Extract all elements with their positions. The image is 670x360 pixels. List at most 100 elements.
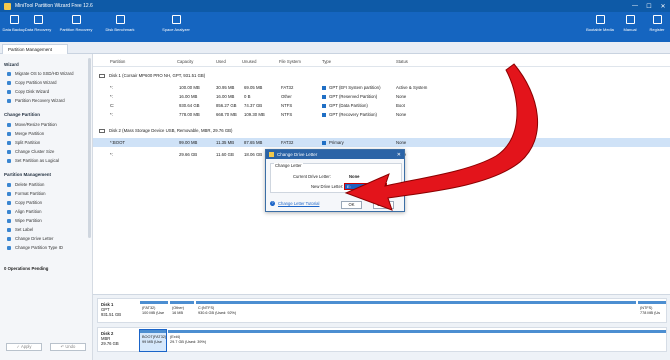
disk2-header[interactable]: Disk 2 (Mass Storage Device USB, Removab… [93,126,670,135]
space-analyzer-button[interactable]: Space Analyzer [156,15,196,32]
disk-map: Disk 1 GPT 931.51 GB (FAT32) 100 MB (Use … [93,294,670,360]
col-file-system[interactable]: File System [279,59,301,64]
current-letter-label: Current Drive Letter: [293,174,331,179]
logical-icon [7,158,11,163]
maximize-button[interactable]: ☐ [642,3,656,10]
sidebar-item-align[interactable]: Align Partition [7,209,42,214]
sidebar-item-copy[interactable]: Copy Partition [7,200,42,205]
toolbar: Data Backup Data Recovery Partition Reco… [0,12,670,42]
data-recovery-button[interactable]: Data Recovery [18,15,58,32]
col-partition[interactable]: Partition [110,59,125,64]
cancel-button[interactable]: Cancel [373,201,394,209]
disk-map-segment[interactable]: (FAT32) 100 MB (Use [140,301,168,322]
recovery-icon [7,98,11,103]
sidebar-item-change-type-id[interactable]: Change Partition Type ID [7,245,63,250]
disk-icon [99,73,105,78]
space-analyzer-icon [171,15,181,24]
register-icon [652,15,662,24]
sidebar-item-set-label[interactable]: Set Label [7,227,33,232]
partition-type-icon [322,103,326,108]
window-title: MiniTool Partition Wizard Free 12.6 [15,3,93,9]
col-used[interactable]: Used [216,59,226,64]
app-logo-icon [4,2,11,10]
group-legend: Change Letter [274,163,303,168]
sidebar-item-change-drive-letter[interactable]: Change Drive Letter [7,236,53,241]
cluster-icon [7,149,11,154]
sidebar-item-move-resize[interactable]: Move/Resize Partition [7,122,57,127]
col-capacity[interactable]: Capacity [177,59,193,64]
table-row-selected[interactable]: *:BOOT 99.00 MB 11.35 MB 87.65 MB FAT32 … [93,138,670,147]
disk2-map-label: Disk 2 MBR 29.76 GB [101,331,119,346]
table-row[interactable]: *: 100.00 MB 30.95 MB 69.05 MB FAT32 GPT… [93,83,670,92]
title-bar: MiniTool Partition Wizard Free 12.6 — ☐ … [0,0,670,12]
tab-partition-management[interactable]: Partition Management [2,44,68,54]
disk-map-segment[interactable]: (NTFS) 778 MB (Us [638,301,666,322]
sidebar-item-format[interactable]: Format Partition [7,191,46,196]
disk-benchmark-icon [115,15,125,24]
sidebar-item-merge[interactable]: Merge Partition [7,131,44,136]
new-drive-letter-select[interactable]: E: ▾ [344,183,387,190]
chevron-down-icon[interactable]: ▾ [380,184,385,189]
change-drive-letter-dialog: Change Drive Letter ✕ Change Letter Curr… [265,149,405,212]
dialog-title-bar[interactable]: Change Drive Letter ✕ [266,150,404,159]
col-status[interactable]: Status [396,59,408,64]
ok-button[interactable]: OK [341,201,362,209]
drive-letter-icon [7,236,11,241]
dialog-close-icon[interactable]: ✕ [397,152,401,158]
table-row[interactable]: C: 930.64 GB 856.27 GB 74.37 GB NTFS GPT… [93,101,670,110]
table-row[interactable]: *: 16.00 MB 16.00 MB 0 B Other GPT (Rese… [93,92,670,101]
partition-recovery-button[interactable]: Partition Recovery [56,15,96,32]
disk1-map-label: Disk 1 GPT 931.51 GB [101,302,122,317]
format-icon [7,191,11,196]
wipe-icon [7,218,11,223]
change-letter-tutorial-link[interactable]: ? Change Letter Tutorial [270,201,319,206]
disk-map-segment[interactable]: C:(NTFS) 930.6 GB (Used: 92%) [196,301,636,322]
operations-pending: 0 Operations Pending [4,266,49,271]
close-button[interactable]: ✕ [656,3,670,10]
disk2-map-row[interactable]: Disk 2 MBR 29.76 GB BOOT(FAT32) 99 MB (Us… [97,327,667,352]
col-type[interactable]: Type [322,59,331,64]
sidebar-item-copy-partition-wizard[interactable]: Copy Partition Wizard [7,80,57,85]
sidebar-item-wipe[interactable]: Wipe Partition [7,218,42,223]
migrate-icon [7,71,11,76]
sidebar-heading-partition-management: Partition Management [4,172,52,177]
sidebar-item-cluster-size[interactable]: Change Cluster Size [7,149,54,154]
copy-disk-icon [7,89,11,94]
apply-button[interactable]: ✓ Apply [6,343,42,351]
disk-map-segment-selected[interactable]: BOOT(FAT32) 99 MB (Use [139,329,167,352]
merge-icon [7,131,11,136]
copy-icon [7,80,11,85]
manual-icon [625,15,635,24]
register-button[interactable]: Register [637,15,670,32]
dialog-app-icon [269,152,274,157]
help-icon: ? [270,201,275,206]
disk1-map-row[interactable]: Disk 1 GPT 931.51 GB (FAT32) 100 MB (Use … [97,298,667,323]
partition-type-icon [322,85,326,90]
data-recovery-icon [33,15,43,24]
split-icon [7,140,11,145]
sidebar-item-partition-recovery-wizard[interactable]: Partition Recovery Wizard [7,98,65,103]
sidebar-item-copy-disk-wizard[interactable]: Copy Disk Wizard [7,89,49,94]
sidebar-item-split[interactable]: Split Partition [7,140,40,145]
col-unused[interactable]: Unused [242,59,256,64]
undo-button[interactable]: ↶ Undo [50,343,86,351]
resize-icon [7,122,11,127]
disk-benchmark-button[interactable]: Disk Benchmark [100,15,140,32]
sidebar-heading-change-partition: Change Partition [4,112,41,117]
table-header: Partition Capacity Used Unused File Syst… [93,58,670,67]
table-row[interactable]: *: 778.00 MB 668.70 MB 109.30 MB NTFS GP… [93,110,670,119]
type-id-icon [7,245,11,250]
sidebar-item-delete[interactable]: Delete Partition [7,182,44,187]
label-icon [7,227,11,232]
sidebar-scrollbar[interactable] [88,58,91,238]
partition-type-icon [322,94,326,99]
bootable-media-icon [595,15,605,24]
disk1-header[interactable]: Disk 1 (Corsair MP600 PRO NH, GPT, 931.5… [93,71,670,80]
minimize-button[interactable]: — [628,3,642,10]
disk-map-segment[interactable]: (Ext4) 29.7 GB (Used: 39%) [168,330,666,351]
sidebar-item-migrate-os[interactable]: Migrate OS to SSD/HD Wizard [7,71,74,76]
disk-map-segment[interactable]: (Other) 16 MB [170,301,194,322]
delete-icon [7,182,11,187]
copy-partition-icon [7,200,11,205]
sidebar-item-set-logical[interactable]: Set Partition as Logical [7,158,59,163]
